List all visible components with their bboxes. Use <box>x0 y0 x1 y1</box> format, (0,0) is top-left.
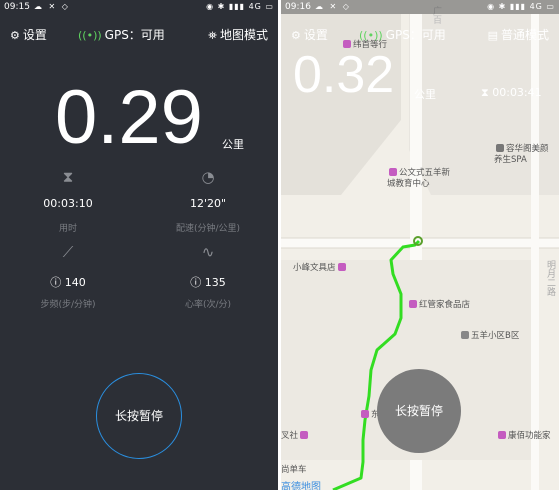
speed-gauge-icon: ◔ <box>201 168 215 186</box>
normal-mode-button[interactable]: ▤ 普通模式 <box>488 24 549 47</box>
gps-status: ((•)) GPS：可用 <box>359 24 446 47</box>
settings-button[interactable]: ⚙ 设置 <box>291 24 328 47</box>
settings-label: 设置 <box>22 28 47 42</box>
map-watermark: 高德地图 <box>281 482 321 490</box>
poi-name: 小峰文具店 <box>293 263 336 273</box>
distance-value: 0.29 <box>55 75 203 160</box>
poi-label[interactable]: 容华阁美颜养生SPA <box>494 144 556 166</box>
poi-name: 康佰功能家 <box>508 431 551 441</box>
elapsed-time-label: 用时 <box>58 224 77 234</box>
distance-unit: 公里 <box>222 138 244 151</box>
system-icons: ◉ ✱ ▮▮▮ 4G ▭ <box>487 2 555 11</box>
gps-signal-icon: ((•)) <box>78 29 102 42</box>
status-time: 09:16 <box>285 2 311 12</box>
heart-rate-label: 心率(次/分) <box>184 300 232 310</box>
mode-label: 地图模式 <box>219 28 268 42</box>
distance-value: 0.32 <box>293 46 395 104</box>
help-icon[interactable]: ⓘ <box>50 276 61 289</box>
left-screen: 09:15 ☁ ✕ ◇ ◉ ✱ ▮▮▮ 4G ▭ ⚙ 设置 ((•)) GPS：可用… <box>0 0 278 490</box>
network-type: 4G <box>248 2 262 11</box>
shoe-icon: ⟋ <box>62 243 74 261</box>
help-icon[interactable]: ⓘ <box>190 276 201 289</box>
map-mode-button[interactable]: ⛯ 地图模式 <box>208 24 268 47</box>
cadence-value: ⓘ 140 <box>13 274 123 290</box>
pace-value: 12'20" <box>189 197 227 210</box>
settings-button[interactable]: ⚙ 设置 <box>10 24 47 47</box>
duration-display: ⧗ 00:03:41 <box>481 86 542 100</box>
poi-label[interactable]: 红管家食品店 <box>407 298 470 310</box>
cadence-number: 140 <box>64 276 86 289</box>
system-icons: ◉ ✱ ▮▮▮ 4G ▭ <box>206 2 274 11</box>
poi-name: 尚单车 <box>281 465 307 475</box>
poi-label[interactable]: 叉社 <box>281 429 310 441</box>
top-bar: ⚙ 设置 ((•)) GPS：可用 ▤ 普通模式 <box>281 24 559 46</box>
status-bar: 09:15 ☁ ✕ ◇ ◉ ✱ ▮▮▮ 4G ▭ <box>0 0 278 14</box>
long-press-pause-button[interactable]: 长按暂停 <box>377 369 461 453</box>
poi-label[interactable]: 康佰功能家 <box>496 429 551 441</box>
hourglass-icon: ⧗ <box>481 86 489 99</box>
notification-icons: ☁ ✕ ◇ <box>34 2 70 11</box>
gear-icon: ⚙ <box>291 29 301 42</box>
gear-icon: ⚙ <box>10 29 20 42</box>
distance-unit: 公里 <box>414 88 436 101</box>
status-bar: 09:16 ☁ ✕ ◇ ◉ ✱ ▮▮▮ 4G ▭ <box>281 0 559 14</box>
poi-name: 叉社 <box>281 431 299 441</box>
gps-status: ((•)) GPS：可用 <box>78 24 165 47</box>
heartbeat-icon: ∿ <box>201 243 215 261</box>
poi-label[interactable]: 五羊小区B区 <box>459 329 519 341</box>
list-icon: ▤ <box>487 29 498 42</box>
mode-label: 普通模式 <box>500 28 549 42</box>
poi-name: 红管家食品店 <box>419 300 471 310</box>
poi-label[interactable]: 小峰文具店 <box>293 261 348 273</box>
settings-label: 设置 <box>303 28 328 42</box>
gps-label: GPS：可用 <box>104 28 165 42</box>
gps-signal-icon: ((•)) <box>359 29 383 42</box>
hourglass-icon: ⧗ <box>62 168 74 186</box>
heart-rate-value: ⓘ 135 <box>153 274 263 290</box>
road-label: 明月二路 <box>545 260 555 296</box>
duration-value: 00:03:41 <box>492 86 542 99</box>
poi-name: 五羊小区B区 <box>471 331 520 341</box>
map-pin-icon: ⛯ <box>208 29 217 42</box>
notification-icons: ☁ ✕ ◇ <box>315 2 351 11</box>
top-bar: ⚙ 设置 ((•)) GPS：可用 ⛯ 地图模式 <box>0 24 278 46</box>
network-type: 4G <box>529 2 543 11</box>
gps-label: GPS：可用 <box>385 28 446 42</box>
cadence-label: 步频(步/分钟) <box>40 300 96 310</box>
poi-label[interactable]: 公文式五羊新城教育中心 <box>387 168 457 190</box>
elapsed-time-value: 00:03:10 <box>43 197 93 210</box>
pace-label: 配速(分钟/公里) <box>175 224 241 234</box>
right-screen: 纬首等行 公文式五羊新城教育中心 容华阁美颜养生SPA 小峰文具店 红管家食品店… <box>281 0 559 490</box>
status-time: 09:15 <box>4 2 30 12</box>
long-press-pause-button[interactable]: 长按暂停 <box>96 373 182 459</box>
poi-label[interactable]: 尚单车 <box>281 463 307 475</box>
heart-rate-number: 135 <box>204 276 226 289</box>
